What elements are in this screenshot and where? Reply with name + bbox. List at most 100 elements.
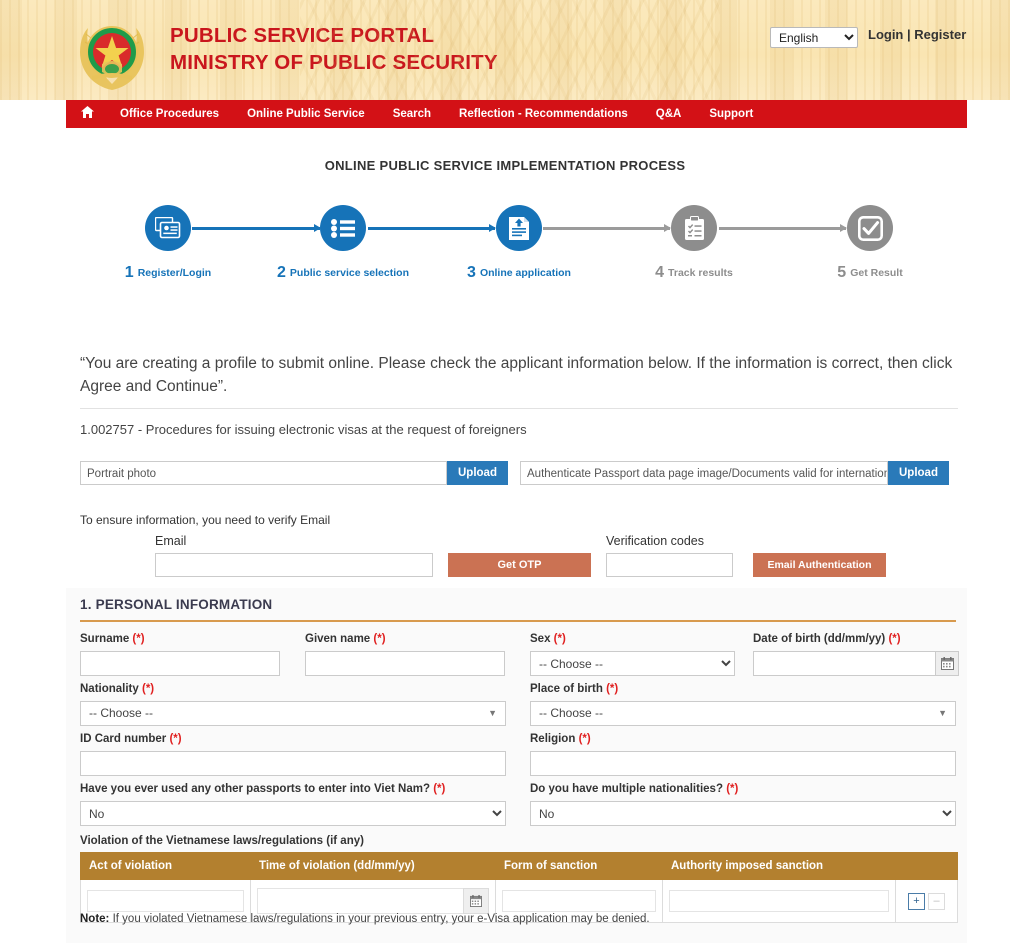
process-title: ONLINE PUBLIC SERVICE IMPLEMENTATION PRO…	[324, 158, 686, 173]
nav-item-online-public-service[interactable]: Online Public Service	[233, 100, 379, 128]
violation-table-header-row: Act of violation Time of violation (dd/m…	[80, 852, 959, 880]
nav-item-support[interactable]: Support	[695, 100, 767, 128]
row-action-buttons: + –	[902, 892, 951, 910]
form-of-sanction-input[interactable]	[502, 890, 656, 912]
cell-authority-imposed-sanction	[662, 879, 896, 923]
required-mark: (*)	[726, 783, 739, 795]
step-public-service-selection[interactable]: 2 Public service selection	[263, 205, 423, 282]
given-name-input[interactable]	[305, 651, 505, 676]
step-get-result[interactable]: 5 Get Result	[790, 205, 950, 282]
process-steps: 1 Register/Login 2 Public service selectio…	[0, 205, 1010, 290]
step-track-results[interactable]: 4 Track results	[614, 205, 774, 282]
portrait-photo-field[interactable]: Portrait photo	[80, 461, 447, 485]
other-passports-label-text: Have you ever used any other passports t…	[80, 783, 430, 795]
step-text: Online application	[479, 267, 571, 279]
sex-label: Sex (*)	[530, 633, 566, 645]
nationality-label: Nationality (*)	[80, 683, 154, 695]
portrait-photo-upload-button[interactable]: Upload	[447, 461, 508, 485]
remove-row-button[interactable]: –	[928, 892, 945, 910]
given-name-label-text: Given name	[305, 633, 371, 645]
place-of-birth-value: -- Choose --	[539, 706, 604, 720]
passport-page-upload-button[interactable]: Upload	[888, 461, 949, 485]
religion-label-text: Religion	[530, 733, 576, 745]
email-input[interactable]	[155, 553, 433, 577]
passport-page-field[interactable]: Authenticate Passport data page image/Do…	[520, 461, 888, 485]
step-text: Get Result	[850, 267, 903, 279]
step-text: Public service selection	[289, 267, 409, 279]
required-mark: (*)	[142, 683, 155, 695]
divider	[80, 408, 958, 409]
get-otp-button[interactable]: Get OTP	[448, 553, 591, 577]
nav-item-office-procedures[interactable]: Office Procedures	[106, 100, 233, 128]
id-card-number-input[interactable]	[80, 751, 506, 776]
step-number: 5	[837, 264, 847, 281]
calendar-icon[interactable]	[935, 651, 959, 676]
date-of-birth-label-text: Date of birth (dd/mm/yy)	[753, 633, 886, 645]
nav-item-reflection-recommendations[interactable]: Reflection - Recommendations	[445, 100, 642, 128]
step-label-public-service-selection: 2 Public service selection	[263, 264, 423, 282]
verification-codes-label: Verification codes	[606, 534, 704, 548]
place-of-birth-label: Place of birth (*)	[530, 683, 618, 695]
home-icon[interactable]	[78, 105, 96, 123]
id-card-number-label: ID Card number (*)	[80, 733, 182, 745]
other-passports-select[interactable]: No	[80, 801, 506, 826]
login-register-link[interactable]: Login | Register	[868, 27, 966, 42]
check-square-icon	[847, 205, 893, 251]
date-of-birth-input[interactable]	[753, 651, 935, 676]
login-register-label[interactable]: Login | Register	[868, 27, 966, 42]
time-of-violation-group	[257, 888, 489, 914]
portal-title-line1: PUBLIC SERVICE PORTAL	[170, 24, 435, 47]
step-register-login[interactable]: 1 Register/Login	[88, 205, 248, 282]
column-time-of-violation: Time of violation (dd/mm/yy)	[250, 852, 496, 880]
step-online-application[interactable]: 3 Online application	[439, 205, 599, 282]
religion-input[interactable]	[530, 751, 956, 776]
surname-label-text: Surname	[80, 633, 130, 645]
step-connector-1-2	[192, 224, 321, 232]
step-label-get-result: 5 Get Result	[790, 264, 950, 282]
column-authority-imposed-sanction: Authority imposed sanction	[661, 852, 959, 880]
main-navigation: Office Procedures Online Public Service …	[66, 100, 967, 128]
surname-label: Surname (*)	[80, 633, 145, 645]
required-mark: (*)	[373, 633, 386, 645]
column-form-of-sanction: Form of sanction	[495, 852, 663, 880]
nav-item-search[interactable]: Search	[379, 100, 445, 128]
step-connector-4-5	[719, 224, 847, 232]
profile-notice: “You are creating a profile to submit on…	[80, 355, 953, 395]
email-label: Email	[155, 534, 187, 548]
nationality-value: -- Choose --	[89, 706, 154, 720]
act-of-violation-input[interactable]	[87, 890, 244, 912]
language-select[interactable]: English	[770, 27, 858, 48]
sex-select[interactable]: -- Choose --	[530, 651, 735, 676]
nav-item-qa[interactable]: Q&A	[642, 100, 696, 128]
multiple-nationalities-label: Do you have multiple nationalities? (*)	[530, 783, 738, 795]
authority-imposed-sanction-input[interactable]	[669, 890, 889, 912]
step-text: Register/Login	[137, 267, 212, 279]
list-bullets-icon	[320, 205, 366, 251]
place-of-birth-select[interactable]: -- Choose -- ▼	[530, 701, 956, 726]
surname-input[interactable]	[80, 651, 280, 676]
section-rule	[80, 620, 956, 622]
step-connector-3-4	[543, 224, 671, 232]
add-row-button[interactable]: +	[908, 892, 925, 910]
passport-page-upload-group: Authenticate Passport data page image/Do…	[520, 461, 949, 485]
email-authentication-button[interactable]: Email Authentication	[753, 553, 886, 577]
chevron-down-icon: ▼	[938, 708, 947, 718]
column-act-of-violation: Act of violation	[80, 852, 251, 880]
calendar-icon[interactable]	[463, 888, 489, 914]
violation-section-label: Violation of the Vietnamese laws/regulat…	[80, 835, 364, 847]
step-number: 3	[467, 264, 476, 281]
vietnam-public-security-emblem-icon	[72, 12, 152, 94]
date-of-birth-group	[753, 651, 959, 676]
portal-title-line2: MINISTRY OF PUBLIC SECURITY	[170, 51, 498, 74]
date-of-birth-label: Date of birth (dd/mm/yy) (*)	[753, 633, 901, 645]
portrait-photo-upload-group: Portrait photo Upload	[80, 461, 508, 485]
time-of-violation-input[interactable]	[257, 888, 463, 914]
required-mark: (*)	[132, 633, 145, 645]
violation-note-prefix: Note:	[80, 913, 110, 925]
verification-code-input[interactable]	[606, 553, 733, 577]
step-connector-2-3	[368, 224, 496, 232]
multiple-nationalities-select[interactable]: No	[530, 801, 956, 826]
step-label-register-login: 1 Register/Login	[88, 264, 248, 282]
sex-label-text: Sex	[530, 633, 551, 645]
nationality-select[interactable]: -- Choose -- ▼	[80, 701, 506, 726]
